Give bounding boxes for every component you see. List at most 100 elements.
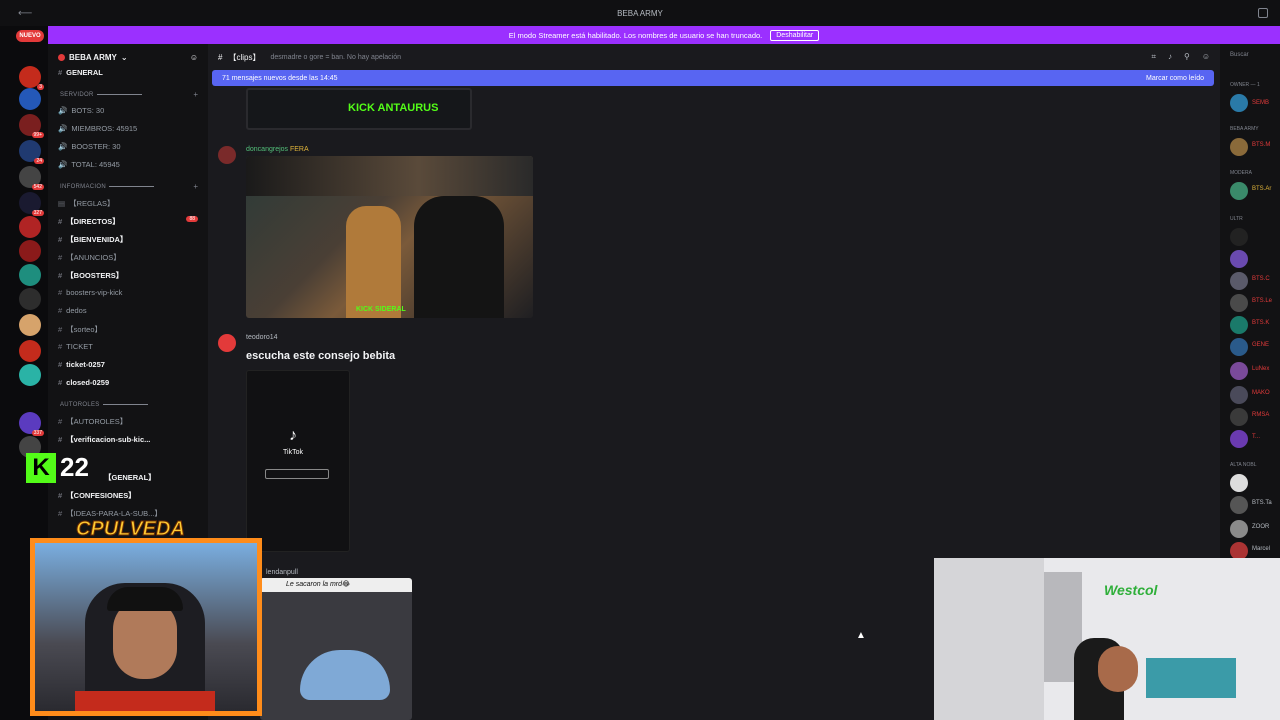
server-icon[interactable]: 3: [19, 66, 44, 90]
streamer-mode-banner: El modo Streamer está habilitado. Los no…: [48, 26, 1280, 44]
member-avatar[interactable]: [1230, 362, 1248, 380]
member-avatar[interactable]: [1230, 316, 1248, 334]
new-messages-bar[interactable]: 71 mensajes nuevos desde las 14:45 Marca…: [212, 70, 1214, 86]
member-avatar[interactable]: [1230, 474, 1248, 492]
member-name[interactable]: Marcel: [1252, 546, 1270, 552]
server-icon[interactable]: [19, 364, 41, 386]
clip-video[interactable]: Le sacaron la mrd😂: [260, 578, 412, 720]
member-name[interactable]: MAKO: [1252, 390, 1270, 396]
member-avatar[interactable]: [1230, 408, 1248, 426]
member-avatar[interactable]: [1230, 520, 1248, 538]
channel-bienvenida[interactable]: # 【BIENVENIDA】: [58, 234, 127, 245]
viewer-count: 22: [60, 452, 89, 482]
member-name[interactable]: GENE: [1252, 342, 1269, 348]
add-member-icon[interactable]: ☺: [190, 53, 198, 62]
disable-streamer-button[interactable]: Deshabilitar: [770, 29, 820, 41]
member-name[interactable]: BTS.C: [1252, 276, 1270, 282]
member-avatar[interactable]: [1230, 250, 1248, 268]
channel-anuncios[interactable]: # 【ANUNCIOS】: [58, 252, 121, 263]
add-channel-icon[interactable]: +: [193, 182, 198, 191]
server-icon[interactable]: [19, 288, 41, 310]
server-icon[interactable]: 24: [19, 140, 44, 164]
members-icon[interactable]: ☺: [1202, 52, 1210, 62]
category-informacion[interactable]: INFORMACION: [60, 184, 154, 190]
server-icon[interactable]: [19, 216, 41, 238]
inbox-icon[interactable]: [1258, 8, 1268, 18]
server-icon[interactable]: 327: [19, 192, 44, 216]
member-name[interactable]: ZOOR: [1252, 524, 1269, 530]
search-input[interactable]: Buscar: [1230, 52, 1249, 58]
member-name[interactable]: BTS.Ar: [1252, 186, 1271, 192]
webcam-overlay-right: Westcol: [934, 558, 1280, 720]
channel-general-top[interactable]: # GENERAL: [58, 68, 103, 77]
message-author[interactable]: lendanpull: [266, 569, 298, 576]
channel-dedos[interactable]: # dedos: [58, 306, 87, 315]
category-servidor[interactable]: SERVIDOR: [60, 92, 142, 98]
avatar[interactable]: [218, 146, 236, 164]
channel-autoroles[interactable]: # 【AUTOROLES】: [58, 416, 127, 427]
category-autoroles[interactable]: AUTOROLES: [60, 402, 148, 408]
member-avatar[interactable]: [1230, 272, 1248, 290]
add-channel-icon[interactable]: +: [193, 90, 198, 99]
threads-icon[interactable]: ⌗: [1151, 52, 1156, 62]
channel-general[interactable]: 【GENERAL】: [104, 472, 156, 483]
member-avatar[interactable]: [1230, 138, 1248, 156]
channel-closed-0259[interactable]: # closed-0259: [58, 378, 109, 387]
channel-topic[interactable]: desmadre o gore = ban. No hay apelación: [270, 54, 401, 61]
member-avatar[interactable]: [1230, 496, 1248, 514]
member-avatar[interactable]: [1230, 338, 1248, 356]
member-name[interactable]: BTS.Le: [1252, 298, 1272, 304]
tiktok-search-box[interactable]: [265, 469, 329, 479]
voice-bots[interactable]: 🔊 BOTS: 30: [58, 106, 104, 115]
server-icon[interactable]: 99+: [19, 114, 44, 138]
server-icon[interactable]: [19, 264, 41, 286]
voice-miembros[interactable]: 🔊 MIEMBROS: 45915: [58, 124, 137, 133]
channel-ticket[interactable]: # TICKET: [58, 342, 93, 351]
member-avatar[interactable]: [1230, 294, 1248, 312]
webcam-overlay-left: CPULVEDA: [26, 518, 264, 720]
voice-booster[interactable]: 🔊 BOOSTER: 30: [58, 142, 121, 151]
new-badge[interactable]: NUEVO: [16, 30, 44, 42]
tiktok-icon: ♪: [289, 427, 297, 444]
title-bar: ⟵ BEBA ARMY: [0, 0, 1280, 26]
channel-ticket-0257[interactable]: # ticket-0257: [58, 360, 105, 369]
voice-total[interactable]: 🔊 TOTAL: 45945: [58, 160, 120, 169]
message-author[interactable]: teodoro14: [246, 334, 278, 341]
role-header: OWNER — 1: [1230, 82, 1260, 88]
member-name[interactable]: BTS.Ta: [1252, 500, 1272, 506]
channel-boosters[interactable]: # 【BOOSTERS】: [58, 270, 123, 281]
window-title: BEBA ARMY: [617, 8, 663, 18]
member-name[interactable]: BTS.K: [1252, 320, 1269, 326]
member-avatar[interactable]: [1230, 386, 1248, 404]
server-icon[interactable]: [19, 314, 41, 336]
mark-as-read-button[interactable]: Marcar como leído: [1146, 75, 1204, 82]
member-avatar[interactable]: [1230, 182, 1248, 200]
avatar[interactable]: [218, 334, 236, 352]
channel-directos[interactable]: # 【DIRECTOS】: [58, 216, 120, 227]
server-header[interactable]: BEBA ARMY ⌄ ☺: [48, 44, 208, 70]
member-name[interactable]: SEMB: [1252, 100, 1269, 106]
clip-thumbnail[interactable]: KICK ANTAURUS: [246, 88, 472, 130]
member-avatar[interactable]: [1230, 94, 1248, 112]
member-name[interactable]: RMSA: [1252, 412, 1269, 418]
member-name[interactable]: BTS.M: [1252, 142, 1270, 148]
channel-sorteo[interactable]: # 【sorteo】: [58, 324, 102, 335]
back-arrow-icon[interactable]: ⟵: [18, 8, 32, 19]
channel-boosters-vip-kick[interactable]: # boosters-vip-kick: [58, 288, 122, 297]
server-icon[interactable]: 337: [19, 412, 44, 436]
channel-verificacion[interactable]: # 【verificacion-sub-kic...: [58, 434, 150, 445]
member-name[interactable]: T...: [1252, 434, 1260, 440]
member-avatar[interactable]: [1230, 430, 1248, 448]
server-icon[interactable]: [19, 240, 41, 262]
server-icon[interactable]: 542: [19, 166, 44, 190]
bell-icon[interactable]: ♪: [1168, 52, 1172, 62]
channel-confesiones[interactable]: # 【CONFESIONES】: [58, 490, 136, 501]
member-avatar[interactable]: [1230, 228, 1248, 246]
clip-video[interactable]: KICK SIDERAL: [246, 156, 533, 318]
server-icon[interactable]: [19, 88, 41, 110]
member-name[interactable]: LuNex: [1252, 366, 1269, 372]
server-icon[interactable]: [19, 340, 41, 362]
channel-reglas[interactable]: ▤ 【REGLAS】: [58, 198, 115, 209]
message-author[interactable]: doncangrejos FERA: [246, 146, 309, 153]
pin-icon[interactable]: ⚲: [1184, 52, 1190, 62]
